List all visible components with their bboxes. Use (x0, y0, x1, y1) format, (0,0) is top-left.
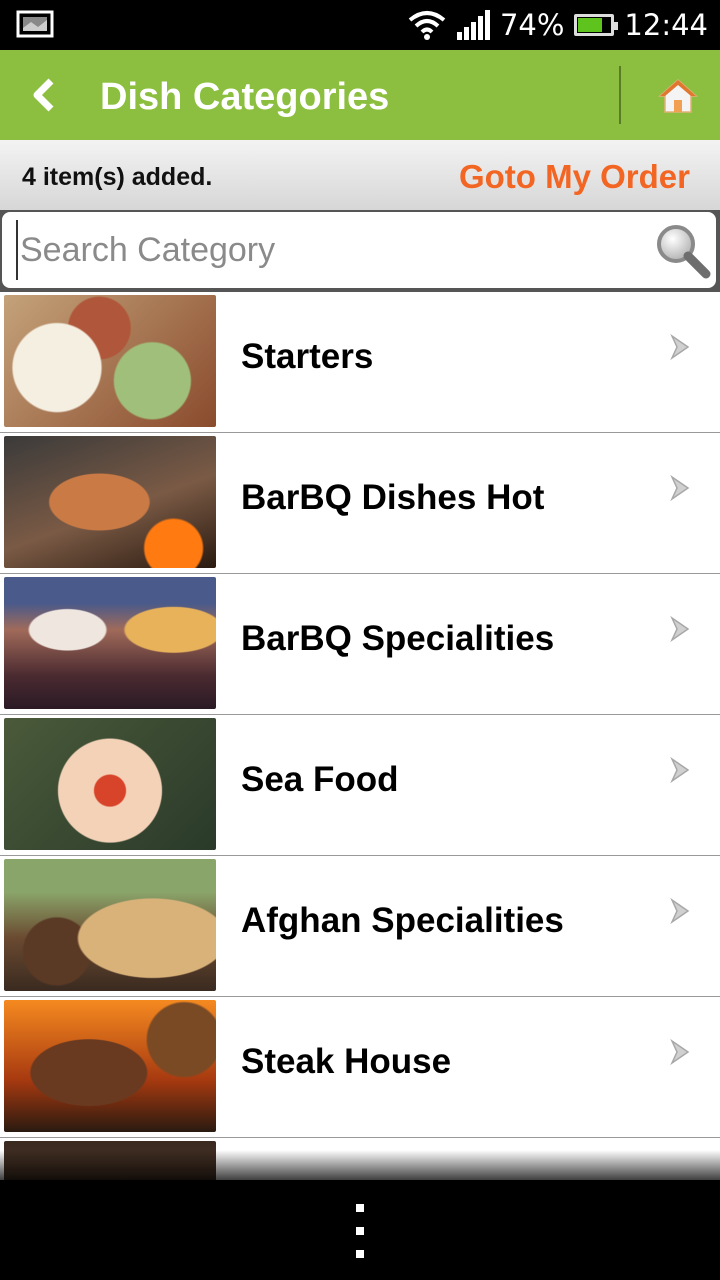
grilled-chicken-photo (4, 436, 216, 568)
chevron-left-icon (33, 78, 54, 112)
category-label: Sea Food (241, 760, 399, 799)
chevron-right-icon (670, 1039, 690, 1065)
search-icon[interactable] (652, 222, 712, 282)
search-bar (0, 210, 720, 292)
order-summary-bar: 4 item(s) added. Goto My Order (0, 140, 720, 212)
battery-icon (574, 14, 619, 36)
search-input[interactable] (16, 220, 640, 280)
chevron-right-icon (670, 898, 690, 924)
wifi-icon (408, 11, 446, 40)
category-label: BarBQ Specialities (241, 619, 555, 658)
list-item[interactable]: Steak House (0, 997, 720, 1138)
battery-percent: 74% (499, 8, 565, 42)
navigation-bar (0, 1180, 720, 1280)
status-bar: 74% 12:44 (0, 0, 720, 50)
seafood-platter-photo (4, 718, 216, 850)
list-item[interactable]: Afghan Specialities (0, 856, 720, 997)
home-button[interactable] (652, 74, 704, 118)
category-label: Afghan Specialities (241, 901, 564, 940)
search-field (2, 212, 716, 288)
category-label: BarBQ Dishes Hot (241, 478, 545, 517)
gallery-icon (16, 10, 54, 38)
chevron-right-icon (670, 757, 690, 783)
page-title: Dish Categories (100, 76, 390, 118)
afghan-rice-photo (4, 859, 216, 991)
title-divider (619, 66, 621, 124)
goto-my-order-link[interactable]: Goto My Order (459, 140, 690, 214)
list-item[interactable]: Sea Food (0, 715, 720, 856)
overflow-menu-icon[interactable] (344, 1204, 376, 1258)
list-item[interactable]: BarBQ Dishes Hot (0, 433, 720, 574)
chevron-right-icon (670, 475, 690, 501)
chevron-right-icon (670, 334, 690, 360)
starters-dish-photo (4, 295, 216, 427)
category-list: Starters BarBQ Dishes Hot BarBQ Specialiti… (0, 292, 720, 1279)
home-icon (658, 78, 698, 113)
clock: 12:44 (624, 8, 708, 42)
barbecue-spread-photo (4, 577, 216, 709)
back-button[interactable] (22, 72, 66, 118)
category-label: Starters (241, 337, 374, 376)
items-added-count: 4 item(s) added. (22, 163, 213, 191)
category-label: Steak House (241, 1042, 452, 1081)
title-bar: Dish Categories (0, 50, 720, 140)
signal-icon (456, 10, 490, 40)
list-item[interactable]: Starters (0, 292, 720, 433)
chevron-right-icon (670, 616, 690, 642)
grilled-steak-photo (4, 1000, 216, 1132)
list-item[interactable]: BarBQ Specialities (0, 574, 720, 715)
